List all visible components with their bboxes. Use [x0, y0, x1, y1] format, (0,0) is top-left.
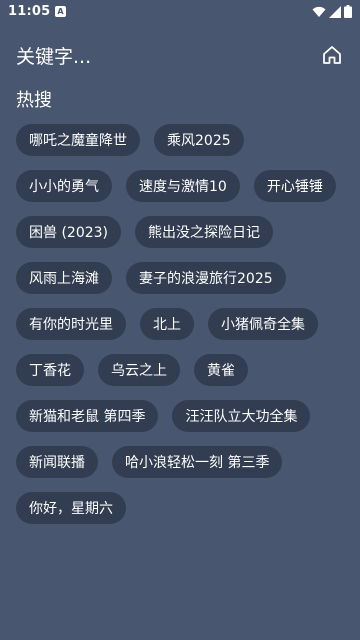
- hot-search-tag[interactable]: 哪吒之魔童降世: [16, 124, 140, 156]
- hot-search-tag[interactable]: 开心锤锤: [253, 170, 336, 202]
- hot-search-tag[interactable]: 速度与激情10: [126, 170, 240, 202]
- app-notification-icon: A: [55, 6, 66, 17]
- hot-search-tag[interactable]: 汪汪队立大功全集: [172, 400, 311, 432]
- battery-icon: [344, 5, 352, 18]
- hot-search-tag[interactable]: 妻子的浪漫旅行2025: [126, 262, 286, 294]
- signal-icon: [329, 5, 341, 18]
- hot-search-title: 热搜: [16, 90, 52, 111]
- status-bar: 11:05 A: [0, 0, 360, 24]
- hot-search-tag[interactable]: 哈小浪轻松一刻 第三季: [112, 446, 283, 478]
- search-keyword-field[interactable]: 关键字...: [16, 42, 91, 69]
- home-icon: [323, 46, 341, 64]
- header: 关键字...: [0, 38, 360, 74]
- status-icons: [312, 5, 352, 18]
- hot-search-tag[interactable]: 北上: [140, 308, 194, 340]
- hot-search-tag[interactable]: 小小的勇气: [16, 170, 112, 202]
- hot-search-tag[interactable]: 乘风2025: [154, 124, 244, 156]
- home-button[interactable]: [319, 42, 345, 68]
- hot-search-tag[interactable]: 新闻联播: [16, 446, 98, 478]
- hot-search-tag[interactable]: 丁香花: [16, 354, 84, 386]
- hot-search-tag[interactable]: 新猫和老鼠 第四季: [16, 400, 159, 432]
- hot-search-tag[interactable]: 困兽 (2023): [16, 216, 122, 248]
- hot-search-tag[interactable]: 黄雀: [194, 354, 248, 386]
- hot-search-tag[interactable]: 小猪佩奇全集: [208, 308, 318, 340]
- hot-search-tags: 哪吒之魔童降世 乘风2025 小小的勇气 速度与激情10 开心锤锤 困兽 (20…: [16, 124, 346, 524]
- app-badge-letter: A: [57, 6, 64, 16]
- hot-search-tag[interactable]: 风雨上海滩: [16, 262, 112, 294]
- hot-search-tag[interactable]: 你好，星期六: [16, 492, 126, 524]
- wifi-icon: [312, 6, 326, 17]
- hot-search-tag[interactable]: 熊出没之探险日记: [135, 216, 274, 248]
- hot-search-tag[interactable]: 有你的时光里: [16, 308, 126, 340]
- status-time: 11:05: [8, 4, 51, 19]
- hot-search-tag[interactable]: 乌云之上: [98, 354, 180, 386]
